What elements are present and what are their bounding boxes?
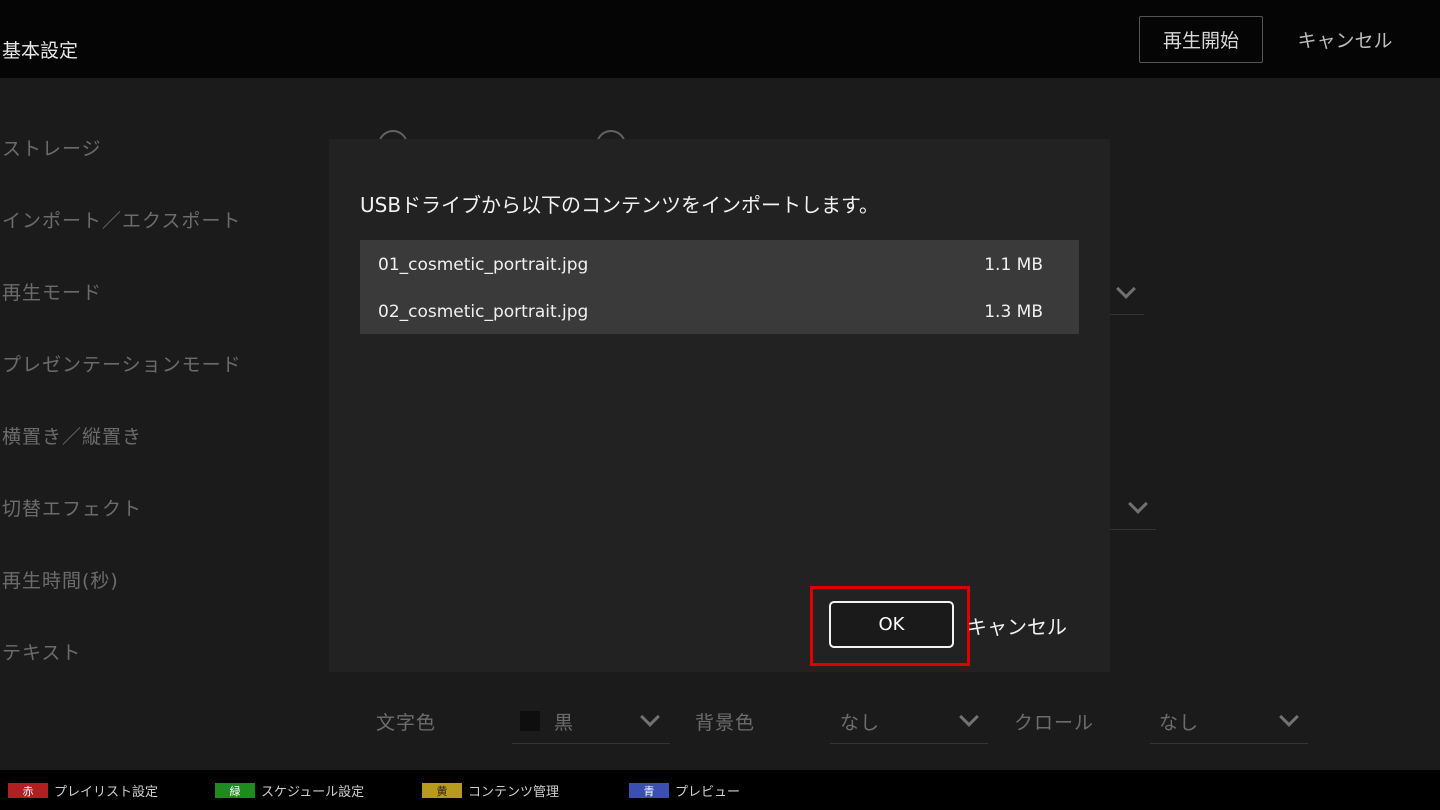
bg-color-value[interactable]: なし [840, 708, 880, 735]
start-playback-button[interactable]: 再生開始 [1139, 16, 1263, 63]
scroll-label: クロール [1014, 712, 1095, 734]
page-title: 基本設定 [2, 40, 79, 62]
transition-effect-chevron-down-icon[interactable] [1128, 494, 1148, 514]
yellow-key-badge: 黄 [422, 783, 462, 798]
red-key-badge: 赤 [8, 783, 48, 798]
row-label-transition-effect: 切替エフェクト [2, 498, 143, 520]
row-label-text: テキスト [2, 642, 82, 664]
footer-item-yellow[interactable]: 黄 コンテンツ管理 [422, 782, 560, 800]
text-color-label: 文字色 [376, 712, 437, 734]
text-color-underline [512, 743, 670, 744]
text-color-swatch [520, 711, 540, 731]
ok-button[interactable]: OK [829, 601, 954, 648]
blue-key-badge: 青 [629, 783, 669, 798]
footer-item-blue[interactable]: 青 プレビュー [629, 782, 741, 800]
row-label-import-export: インポート／エクスポート [2, 210, 242, 232]
row-label-orientation: 横置き／縦置き [2, 426, 143, 448]
row-label-storage: ストレージ [2, 138, 102, 160]
row-label-presentation-mode: プレゼンテーションモード [2, 354, 242, 376]
green-key-badge: 緑 [215, 783, 255, 798]
file-size: 1.3 MB [984, 302, 1043, 322]
transition-effect-underline [1110, 529, 1156, 530]
playback-mode-underline [1110, 314, 1144, 315]
list-item[interactable]: 01_cosmetic_portrait.jpg 1.1 MB [360, 240, 1079, 287]
dialog-cancel-button[interactable]: キャンセル [967, 611, 1067, 640]
text-color-value[interactable]: 黒 [554, 708, 574, 735]
footer-item-red[interactable]: 赤 プレイリスト設定 [8, 782, 159, 800]
header-cancel-button[interactable]: キャンセル [1280, 16, 1410, 63]
file-name: 01_cosmetic_portrait.jpg [378, 255, 589, 275]
import-file-list: 01_cosmetic_portrait.jpg 1.1 MB 02_cosme… [360, 240, 1079, 334]
file-size: 1.1 MB [984, 255, 1043, 275]
list-item[interactable]: 02_cosmetic_portrait.jpg 1.3 MB [360, 287, 1079, 334]
scroll-value[interactable]: なし [1159, 708, 1199, 735]
footer-color-key-legend: 赤 プレイリスト設定 緑 スケジュール設定 黄 コンテンツ管理 青 プレビュー [0, 771, 1440, 810]
header-bar: 基本設定 再生開始 キャンセル [0, 0, 1440, 78]
footer-label-schedule: スケジュール設定 [261, 785, 365, 800]
dialog-message: USBドライブから以下のコンテンツをインポートします。 [360, 193, 880, 217]
bg-color-label: 背景色 [695, 712, 756, 734]
bg-color-underline [830, 743, 988, 744]
row-label-play-duration: 再生時間(秒) [2, 570, 119, 592]
scroll-underline [1150, 743, 1308, 744]
import-dialog: USBドライブから以下のコンテンツをインポートします。 01_cosmetic_… [329, 139, 1110, 672]
file-name: 02_cosmetic_portrait.jpg [378, 302, 589, 322]
row-label-playback-mode: 再生モード [2, 282, 103, 304]
footer-label-playlist: プレイリスト設定 [54, 785, 159, 800]
footer-item-green[interactable]: 緑 スケジュール設定 [215, 782, 365, 800]
footer-label-preview: プレビュー [675, 785, 741, 800]
playback-mode-chevron-down-icon[interactable] [1116, 279, 1136, 299]
footer-label-content: コンテンツ管理 [468, 785, 560, 800]
